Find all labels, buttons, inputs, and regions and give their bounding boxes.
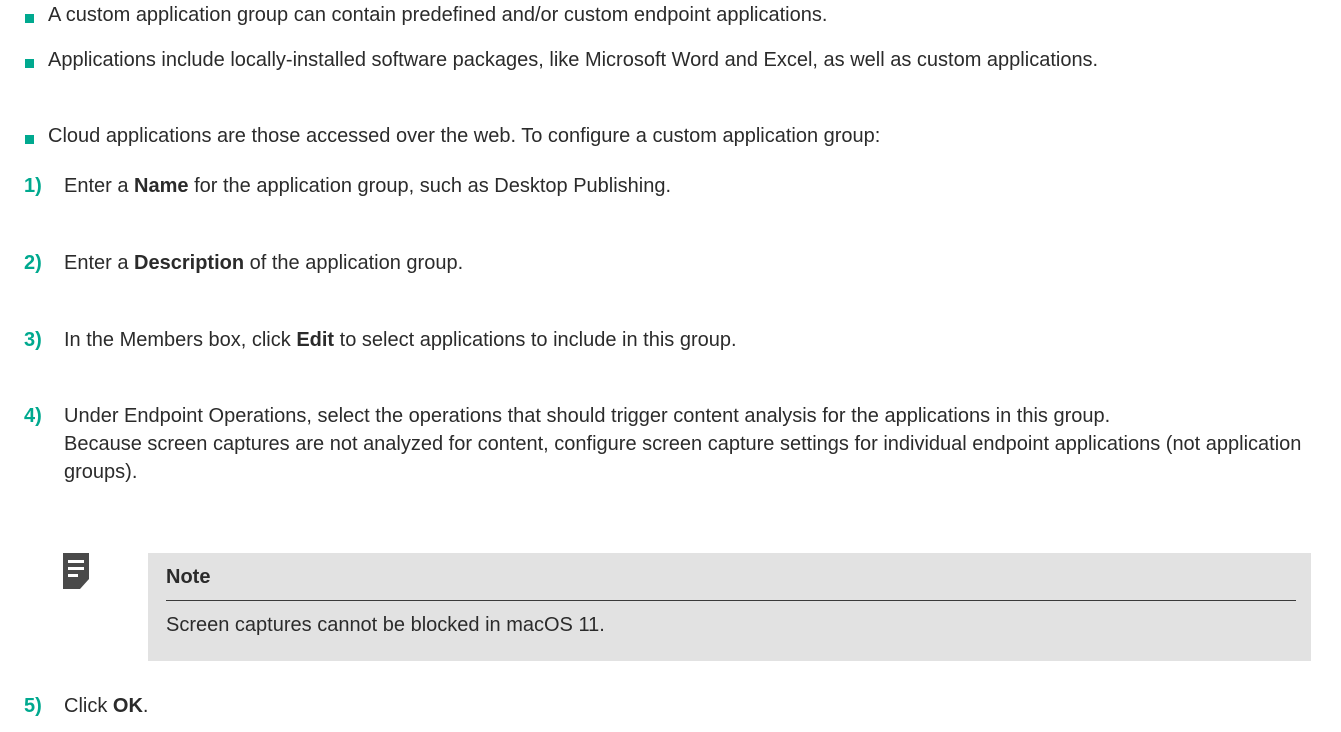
note-divider — [166, 600, 1296, 601]
step-number: 3) — [24, 329, 42, 351]
step-bold-term: Description — [134, 252, 245, 274]
step-1-text: Enter a Name for the application group, … — [64, 172, 1321, 200]
note-box: Note Screen captures cannot be blocked i… — [148, 553, 1311, 661]
step-2-text: Enter a Description of the application g… — [64, 249, 1321, 277]
bullet-text-2: Applications include locally-installed s… — [48, 49, 1099, 71]
step-text-pre: Enter a — [64, 175, 135, 197]
step-number: 2) — [24, 252, 42, 274]
step-4-text: Under Endpoint Operations, select the op… — [64, 402, 1326, 486]
bullet-marker — [25, 135, 34, 144]
step-bold-term: OK — [112, 695, 143, 717]
step-text-post: for the application group, such as Deskt… — [188, 175, 672, 197]
step-bold-term: Name — [134, 175, 189, 197]
step-4-extra: Because screen captures are not analyzed… — [64, 433, 1302, 483]
note-text: Screen captures cannot be blocked in mac… — [166, 614, 605, 636]
step-3-text: In the Members box, click Edit to select… — [64, 326, 1321, 354]
step-number: 4) — [24, 405, 42, 427]
step-4-main: Under Endpoint Operations, select the op… — [64, 405, 1111, 427]
step-text-post: to select applications to include in thi… — [334, 329, 737, 351]
step-bold-term: Edit — [296, 329, 335, 351]
step-text-pre: Enter a — [64, 252, 135, 274]
note-icon — [63, 553, 89, 589]
step-text-post: of the application group. — [244, 252, 464, 274]
step-text-post: . — [142, 695, 149, 717]
step-text-pre: In the Members box, click — [64, 329, 297, 351]
step-text-pre: Click — [64, 695, 113, 717]
bullet-text-1: A custom application group can contain p… — [48, 4, 828, 26]
bullet-marker — [25, 59, 34, 68]
step-5-text: Click OK. — [64, 692, 1321, 720]
note-title: Note — [166, 566, 211, 588]
step-number: 1) — [24, 175, 42, 197]
bullet-text-3: Cloud applications are those accessed ov… — [48, 125, 881, 147]
bullet-marker — [25, 14, 34, 23]
step-number: 5) — [24, 695, 42, 717]
